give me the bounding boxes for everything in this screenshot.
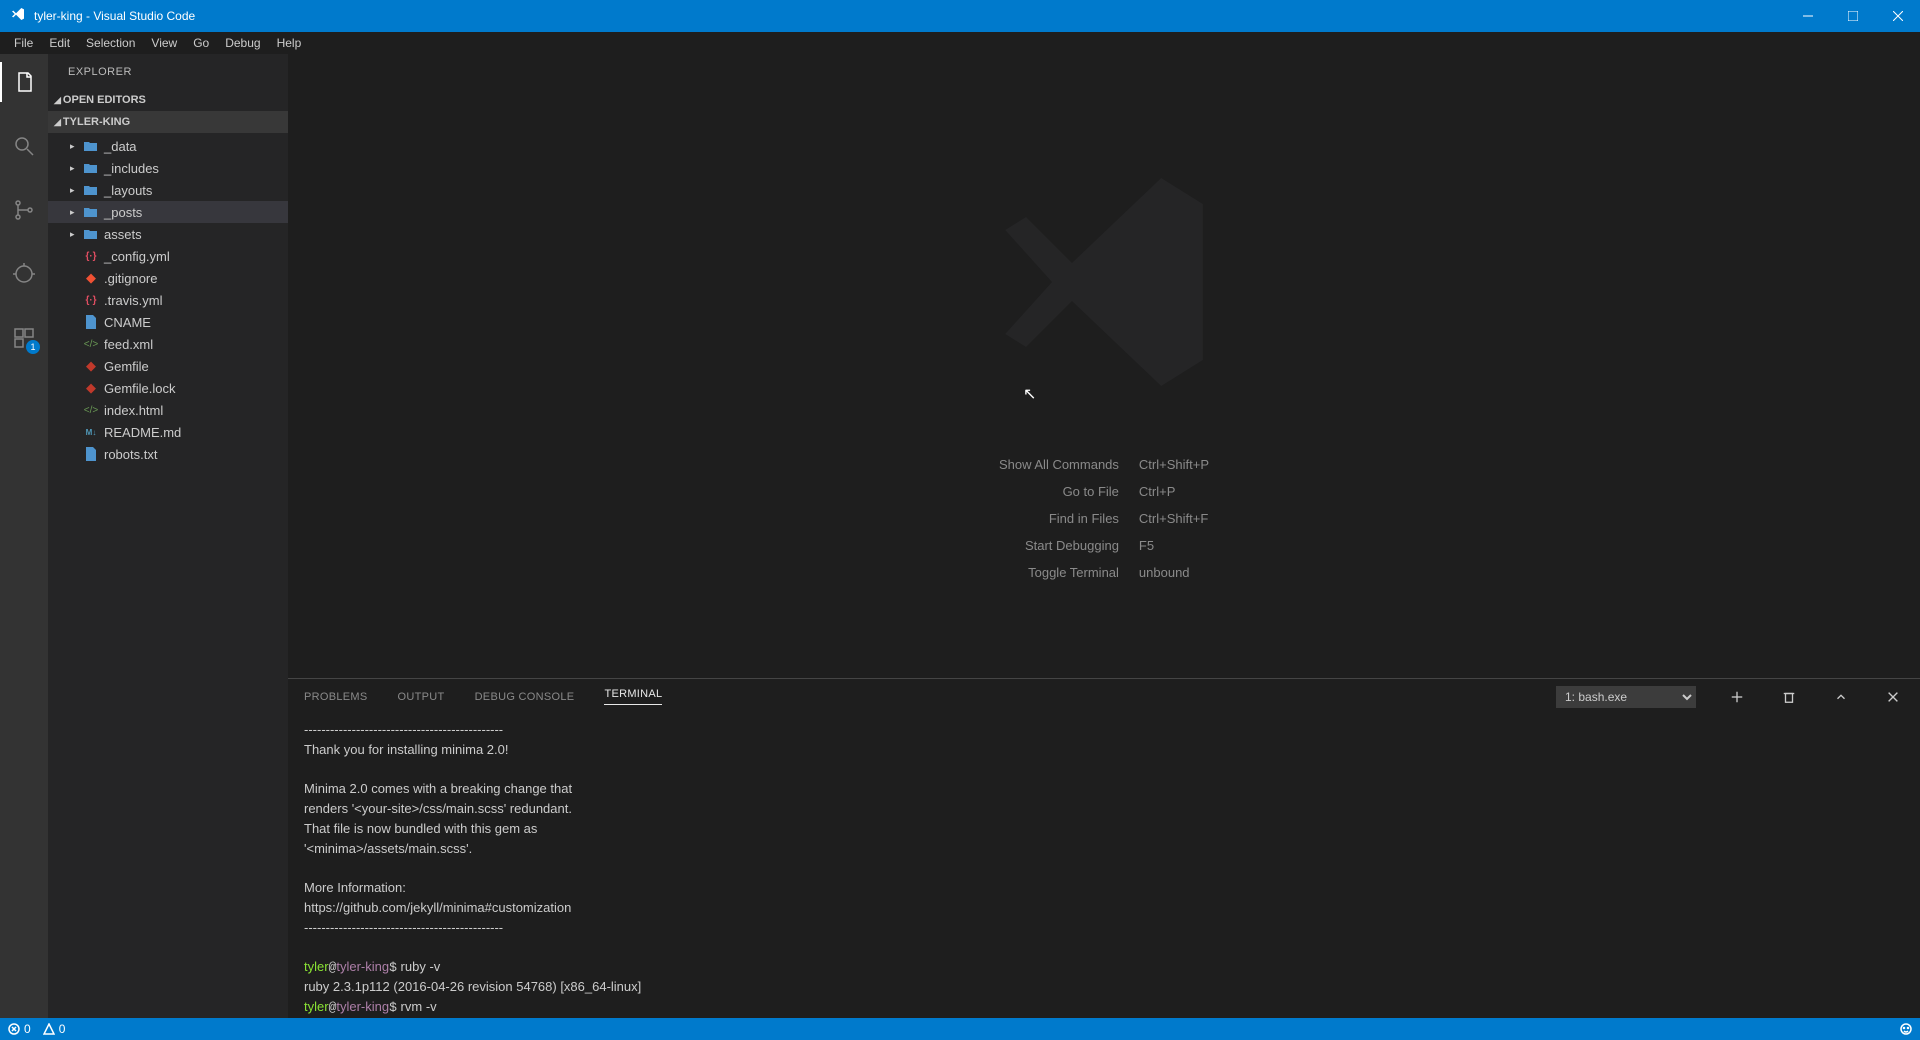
shortcut-cmd: Find in Files — [999, 511, 1119, 526]
maximize-panel-button[interactable] — [1830, 686, 1852, 708]
source-control-icon[interactable] — [0, 190, 48, 230]
tree-label: feed.xml — [104, 337, 153, 352]
menu-go[interactable]: Go — [185, 34, 217, 52]
vscode-icon — [10, 6, 26, 27]
new-terminal-button[interactable] — [1726, 686, 1748, 708]
shortcut-cmd: Show All Commands — [999, 457, 1119, 472]
menubar: FileEditSelectionViewGoDebugHelp — [0, 32, 1920, 54]
open-editors-section[interactable]: ◢ Open Editors — [48, 89, 288, 111]
tree-label: assets — [104, 227, 142, 242]
chevron-down-icon: ◢ — [54, 95, 61, 106]
tree-label: _layouts — [104, 183, 152, 198]
shortcut-cmd: Go to File — [999, 484, 1119, 499]
tree-item[interactable]: ▸assets — [48, 223, 288, 245]
shortcut-cmd: Toggle Terminal — [999, 565, 1119, 580]
sidebar: Explorer ◢ Open Editors ◢ TYLER-KING ▸_d… — [48, 54, 288, 1018]
status-errors[interactable]: 0 — [8, 1022, 31, 1036]
tree-label: Gemfile.lock — [104, 381, 176, 396]
vscode-logo-icon — [974, 152, 1234, 417]
tree-item[interactable]: ▸_includes — [48, 157, 288, 179]
terminal-select[interactable]: 1: bash.exe — [1556, 686, 1696, 708]
shortcut-key: Ctrl+Shift+P — [1139, 457, 1209, 472]
maximize-button[interactable] — [1830, 0, 1875, 32]
tree-item[interactable]: {·}_config.yml — [48, 245, 288, 267]
shortcut-list: Show All Commands Ctrl+Shift+P Go to File C… — [999, 457, 1209, 580]
tree-label: CNAME — [104, 315, 151, 330]
tree-label: README.md — [104, 425, 181, 440]
tree-item[interactable]: ▸_posts — [48, 201, 288, 223]
sidebar-title: Explorer — [48, 54, 288, 89]
file-tree: ▸_data▸_includes▸_layouts▸_posts▸assets{… — [48, 133, 288, 465]
panel-tab-output[interactable]: Output — [398, 691, 445, 703]
shortcut-key: F5 — [1139, 538, 1209, 553]
tree-label: .gitignore — [104, 271, 157, 286]
tree-label: index.html — [104, 403, 163, 418]
menu-debug[interactable]: Debug — [217, 34, 268, 52]
debug-icon[interactable] — [0, 254, 48, 294]
tree-item[interactable]: ◆.gitignore — [48, 267, 288, 289]
tree-item[interactable]: ◆Gemfile.lock — [48, 377, 288, 399]
tree-item[interactable]: M↓README.md — [48, 421, 288, 443]
tree-item[interactable]: </>index.html — [48, 399, 288, 421]
window-title: tyler-king - Visual Studio Code — [34, 9, 195, 23]
menu-file[interactable]: File — [6, 34, 41, 52]
tree-label: Gemfile — [104, 359, 149, 374]
statusbar: 0 0 — [0, 1018, 1920, 1040]
tree-item[interactable]: robots.txt — [48, 443, 288, 465]
welcome-view: Show All Commands Ctrl+Shift+P Go to File C… — [288, 54, 1920, 678]
tree-label: _data — [104, 139, 137, 154]
panel-tab-problems[interactable]: Problems — [304, 691, 368, 703]
tree-item[interactable]: {·}.travis.yml — [48, 289, 288, 311]
kill-terminal-button[interactable] — [1778, 686, 1800, 708]
tree-item[interactable]: CNAME — [48, 311, 288, 333]
search-icon[interactable] — [0, 126, 48, 166]
section-label: Open Editors — [63, 94, 146, 106]
tree-label: .travis.yml — [104, 293, 163, 308]
tree-item[interactable]: </>feed.xml — [48, 333, 288, 355]
tree-label: _config.yml — [104, 249, 170, 264]
menu-selection[interactable]: Selection — [78, 34, 143, 52]
shortcut-key: Ctrl+Shift+F — [1139, 511, 1209, 526]
extensions-badge: 1 — [26, 340, 40, 354]
menu-edit[interactable]: Edit — [41, 34, 78, 52]
editor: Show All Commands Ctrl+Shift+P Go to File C… — [288, 54, 1920, 1018]
extensions-icon[interactable]: 1 — [0, 318, 48, 358]
panel-tabs: Problems Output Debug Console Terminal 1: b… — [288, 679, 1920, 714]
explorer-icon[interactable] — [0, 62, 48, 102]
chevron-down-icon: ◢ — [54, 117, 61, 128]
minimize-button[interactable] — [1785, 0, 1830, 32]
panel-tab-terminal[interactable]: Terminal — [604, 688, 662, 705]
section-label: TYLER-KING — [63, 116, 130, 128]
tree-item[interactable]: ◆Gemfile — [48, 355, 288, 377]
titlebar: tyler-king - Visual Studio Code — [0, 0, 1920, 32]
close-panel-button[interactable] — [1882, 686, 1904, 708]
close-button[interactable] — [1875, 0, 1920, 32]
menu-view[interactable]: View — [143, 34, 185, 52]
feedback-icon[interactable] — [1900, 1023, 1912, 1035]
tree-item[interactable]: ▸_data — [48, 135, 288, 157]
shortcut-key: Ctrl+P — [1139, 484, 1209, 499]
shortcut-cmd: Start Debugging — [999, 538, 1119, 553]
tree-label: _posts — [104, 205, 142, 220]
panel: Problems Output Debug Console Terminal 1: b… — [288, 678, 1920, 1018]
terminal-output[interactable]: ----------------------------------------… — [288, 714, 1920, 1018]
status-warnings[interactable]: 0 — [43, 1022, 66, 1036]
activitybar: 1 — [0, 54, 48, 1018]
shortcut-key: unbound — [1139, 565, 1209, 580]
tree-label: _includes — [104, 161, 159, 176]
project-section[interactable]: ◢ TYLER-KING — [48, 111, 288, 133]
panel-tab-debug-console[interactable]: Debug Console — [475, 691, 575, 703]
tree-label: robots.txt — [104, 447, 157, 462]
tree-item[interactable]: ▸_layouts — [48, 179, 288, 201]
menu-help[interactable]: Help — [269, 34, 310, 52]
